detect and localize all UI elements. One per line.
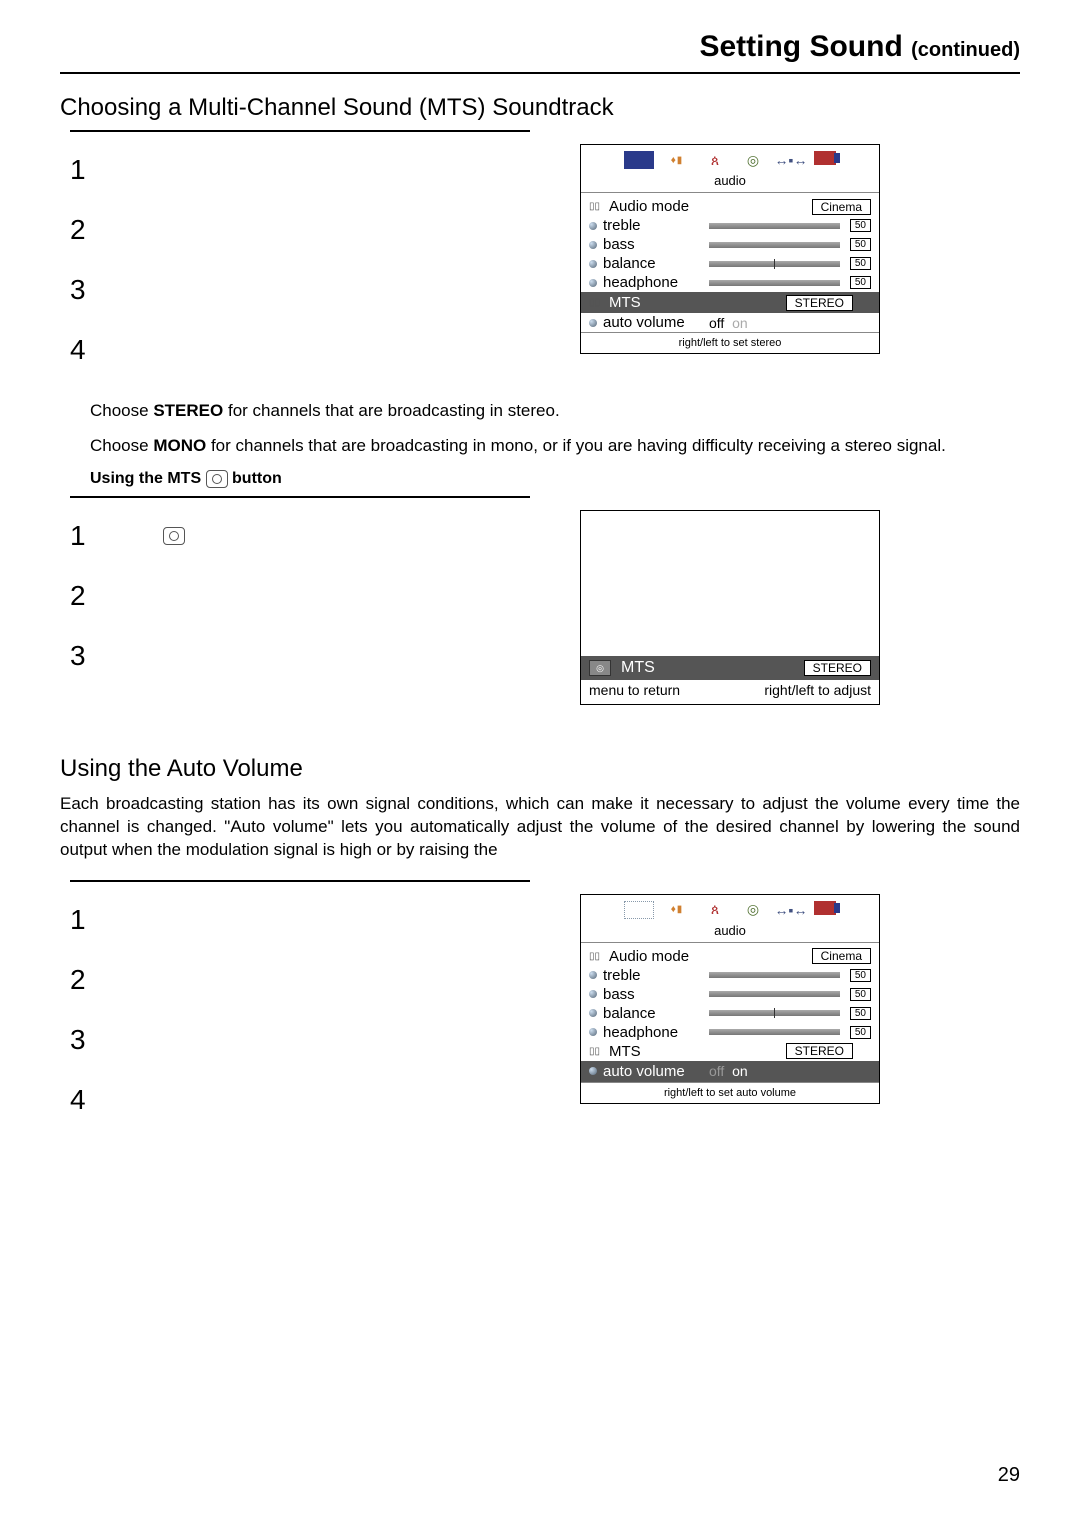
osd-icon-bar: ♦▮ ጰ ◎ ↔▪↔ <box>581 895 879 921</box>
row-headphone: headphone 50 <box>589 1023 871 1042</box>
auto-volume-description: Each broadcasting station has its own si… <box>60 793 1020 862</box>
mts-button-heading: Using the MTS button <box>90 470 1020 488</box>
osd-footer: right/left to set stereo <box>581 332 879 353</box>
target-icon: ◎ <box>738 151 768 169</box>
page-number: 29 <box>998 1464 1020 1487</box>
osd-audio-autovolume: ♦▮ ጰ ◎ ↔▪↔ audio ▯▯ Audio mode Cinema tr… <box>580 894 880 1104</box>
mts-note-stereo: Choose STEREO for channels that are broa… <box>90 400 1020 423</box>
row-auto-volume-highlighted: auto volume off on <box>581 1061 879 1082</box>
osd-audio-mts: ♦▮ ጰ ◎ ↔▪↔ audio ▯▯ Audio mode Cinema tr… <box>580 144 880 354</box>
step-3: 3 <box>70 1024 560 1056</box>
balance-slider <box>709 261 840 267</box>
thumb-icon: ◎ <box>589 660 611 676</box>
osd-icon-bar: ♦▮ ጰ ◎ ↔▪↔ <box>581 145 879 171</box>
bullet-icon <box>589 990 597 998</box>
bass-slider <box>709 242 840 248</box>
step-3: 3 <box>70 274 560 306</box>
divider <box>70 130 530 132</box>
screen-icon <box>814 901 836 915</box>
row-treble: treble 50 <box>589 216 871 235</box>
mts-button-icon <box>206 470 228 488</box>
row-bass: bass 50 <box>589 235 871 254</box>
tv-icon <box>624 151 654 169</box>
bullet-icon <box>589 1028 597 1036</box>
screen-icon <box>814 151 836 165</box>
equalizer-icon: ♦▮ <box>662 151 692 169</box>
bullet-icon <box>589 260 597 268</box>
tv-icon <box>624 901 654 919</box>
step-1: 1 <box>70 154 560 186</box>
bullet-icon <box>589 971 597 979</box>
bullet-icon <box>589 279 597 287</box>
osd-mts-oneline: ◎ MTS STEREO menu to return right/left t… <box>580 510 880 705</box>
row-mts: ▯▯ MTS STEREO <box>589 1042 871 1061</box>
bullet-icon <box>589 319 597 327</box>
speaker-icon: ▯▯ <box>589 951 603 962</box>
bullet-icon <box>589 222 597 230</box>
headphone-slider <box>709 1029 840 1035</box>
mts-note-mono: Choose MONO for channels that are broadc… <box>90 435 1020 458</box>
osd-title: audio <box>581 921 879 943</box>
bullet-icon <box>589 241 597 249</box>
step-1: 1 <box>70 904 560 936</box>
row-audio-mode: ▯▯ Audio mode Cinema <box>589 197 871 216</box>
row-balance: balance 50 <box>589 254 871 273</box>
step-2: 2 <box>70 580 560 612</box>
divider <box>70 880 530 882</box>
speaker-icon: ▯▯ <box>589 201 603 212</box>
row-audio-mode: ▯▯ Audio mode Cinema <box>589 947 871 966</box>
audio-mode-value: Cinema <box>812 948 871 964</box>
row-bass: bass 50 <box>589 985 871 1004</box>
move-icon: ↔▪↔ <box>776 901 806 919</box>
mts-value: STEREO <box>804 660 871 676</box>
audio-mode-value: Cinema <box>812 199 871 215</box>
step-2: 2 <box>70 964 560 996</box>
row-auto-volume: auto volume off on <box>589 313 871 332</box>
speaker-icon: ▯▯ <box>589 297 603 308</box>
divider <box>70 496 530 498</box>
target-icon: ◎ <box>738 901 768 919</box>
signal-icon: ጰ <box>700 901 730 919</box>
signal-icon: ጰ <box>700 151 730 169</box>
section-mts-heading: Choosing a Multi-Channel Sound (MTS) Sou… <box>60 94 1020 122</box>
header-continued: (continued) <box>911 39 1020 61</box>
step-4: 4 <box>70 334 560 366</box>
treble-slider <box>709 972 840 978</box>
mts-btn-steps: 1 2 3 <box>60 510 560 700</box>
step-3: 3 <box>70 640 560 672</box>
auto-volume-steps: 1 2 3 4 <box>60 894 560 1144</box>
bullet-icon <box>589 1009 597 1017</box>
page-header: Setting Sound (continued) <box>60 30 1020 74</box>
treble-slider <box>709 223 840 229</box>
mts-steps: 1 2 3 4 <box>60 144 560 394</box>
step-4: 4 <box>70 1084 560 1116</box>
equalizer-icon: ♦▮ <box>662 901 692 919</box>
osd-footer: menu to return right/left to adjust <box>581 680 879 704</box>
row-treble: treble 50 <box>589 966 871 985</box>
mts-button-icon <box>163 527 185 545</box>
osd-title: audio <box>581 171 879 193</box>
row-headphone: headphone 50 <box>589 273 871 292</box>
header-title: Setting Sound <box>699 30 902 63</box>
row-mts-highlighted: ◎ MTS STEREO <box>581 656 879 680</box>
bass-slider <box>709 991 840 997</box>
step-2: 2 <box>70 214 560 246</box>
bullet-icon <box>589 1067 597 1075</box>
section-auto-volume-heading: Using the Auto Volume <box>60 755 1020 783</box>
mts-value: STEREO <box>786 295 853 311</box>
step-1: 1 <box>70 520 560 552</box>
headphone-slider <box>709 280 840 286</box>
move-icon: ↔▪↔ <box>776 151 806 169</box>
balance-slider <box>709 1010 840 1016</box>
speaker-icon: ▯▯ <box>589 1046 603 1057</box>
mts-value: STEREO <box>786 1043 853 1059</box>
osd-footer: right/left to set auto volume <box>581 1082 879 1103</box>
row-mts-highlighted: ▯▯ MTS STEREO <box>581 292 879 313</box>
row-balance: balance 50 <box>589 1004 871 1023</box>
